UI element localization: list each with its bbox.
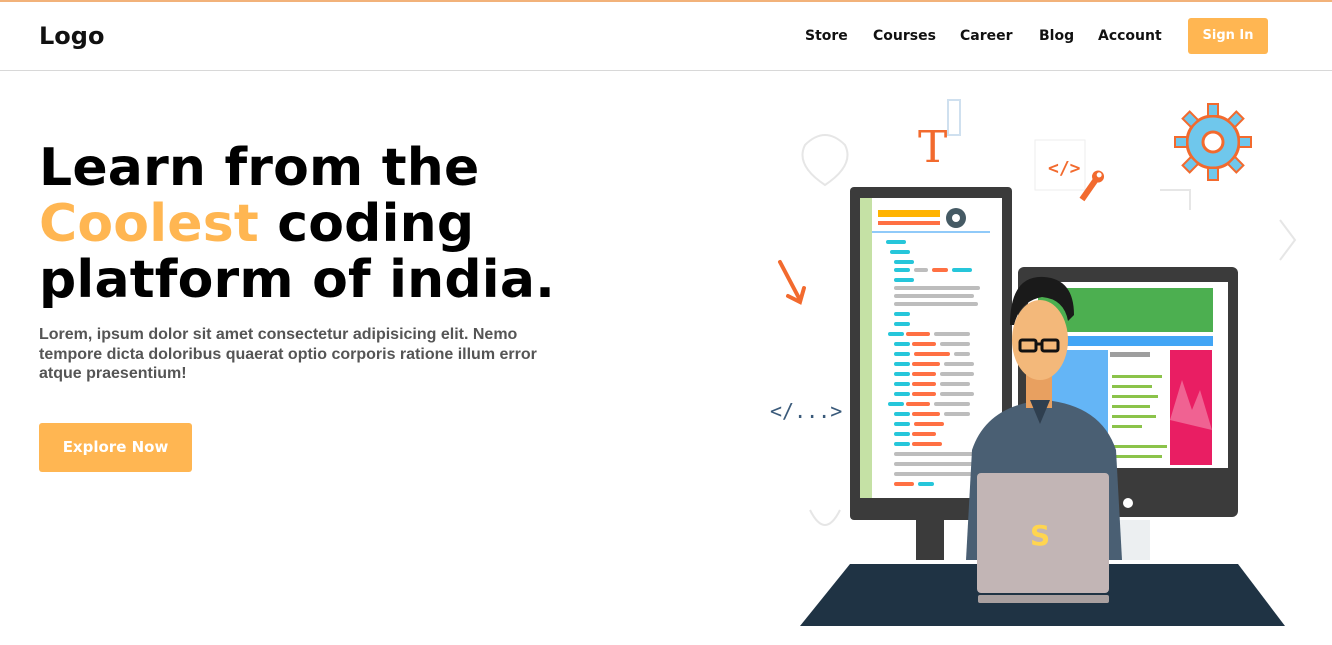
- sign-in-button[interactable]: Sign In: [1188, 18, 1268, 54]
- nav-links: Store Courses Career Blog Account: [0, 28, 1332, 48]
- laptop-logo: S: [1030, 519, 1050, 552]
- doc-icon: [947, 99, 961, 136]
- nav-link-courses[interactable]: Courses: [873, 28, 936, 44]
- nav-link-blog[interactable]: Blog: [1039, 28, 1074, 44]
- laptop: S: [977, 473, 1109, 603]
- small-gear-icon: [946, 208, 966, 228]
- nav-link-career[interactable]: Career: [960, 28, 1013, 44]
- hero-title: Learn from the Coolest coding platform o…: [39, 140, 689, 308]
- hero-title-accent: Coolest: [39, 194, 259, 254]
- nav-link-account[interactable]: Account: [1098, 28, 1162, 44]
- hero-description: Lorem, ipsum dolor sit amet consectetur …: [39, 326, 537, 382]
- gear-icon: [1174, 103, 1252, 181]
- nav-link-store[interactable]: Store: [805, 28, 848, 44]
- hero-title-part1: Learn from the: [39, 138, 480, 198]
- explore-now-button[interactable]: Explore Now: [39, 423, 192, 472]
- letter-t-icon: T: [918, 122, 947, 173]
- arrow-icon: [778, 260, 806, 305]
- code-tag-icon: </>: [1048, 158, 1081, 179]
- code-ellipsis-icon: </...>: [770, 399, 842, 423]
- navbar: Logo Store Courses Career Blog Account S…: [0, 2, 1332, 71]
- hero-illustration: T </> </...> S: [770, 99, 1297, 626]
